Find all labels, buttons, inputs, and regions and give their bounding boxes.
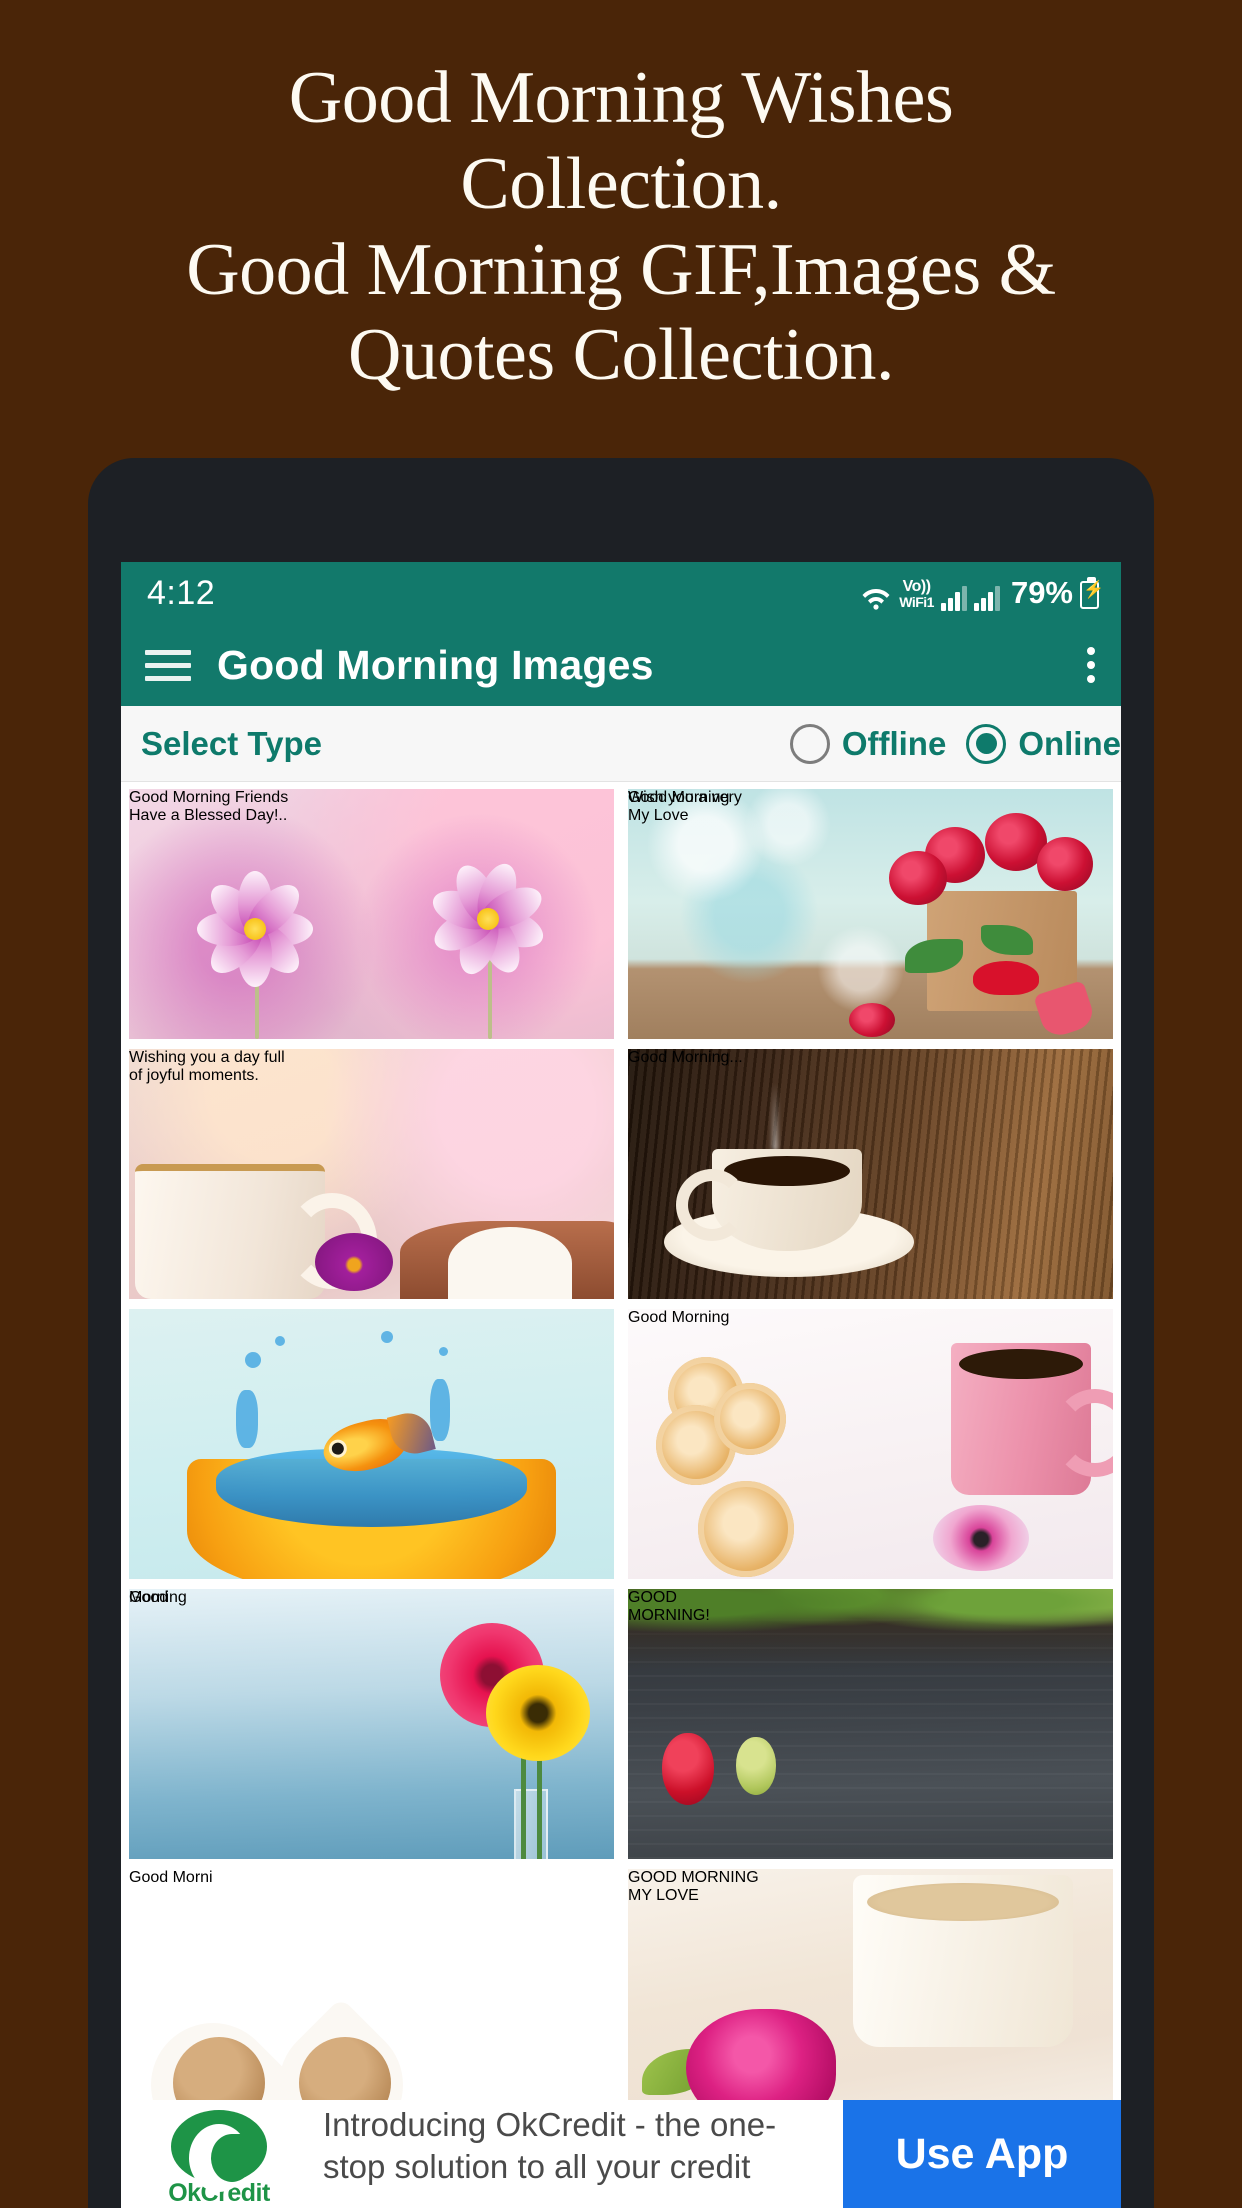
radio-offline-circle-icon [789, 723, 830, 764]
signal-bars-icon-1 [940, 585, 967, 611]
status-bar: 4:12 Vo)) WiFi1 79% [121, 562, 1121, 624]
tile-caption-7: Morning [129, 1589, 187, 1606]
grid-tile-cookies-pink-mug[interactable]: Good Morning [628, 1309, 1113, 1579]
page-title: Good Morning Images [217, 641, 654, 688]
phone-screen: 4:12 Vo)) WiFi1 79% ⚡ Good Morning Image… [121, 562, 1121, 2208]
tile-image-7 [129, 1589, 614, 1859]
radio-offline[interactable]: Offline [789, 723, 947, 764]
ad-logo: OkCredit [121, 2100, 317, 2208]
status-time: 4:12 [147, 573, 216, 612]
promo-line-1: Good Morning Wishes [288, 57, 954, 139]
app-bar: Good Morning Images [121, 624, 1121, 706]
tile-image-8 [628, 1589, 1113, 1859]
hamburger-menu-icon[interactable] [145, 649, 191, 681]
promo-line-4: Quotes Collection. [348, 314, 894, 397]
tile-image-2 [628, 789, 1113, 1039]
grid-tile-goldfish-orange-splash[interactable] [129, 1309, 614, 1579]
grid-tile-good-morning-heart-cups-beans[interactable]: Good Morni [129, 1869, 614, 2119]
battery-charging-icon [1080, 577, 1104, 609]
tile-caption-2: Good Morning My Love [628, 789, 730, 824]
grid-tile-good-morning-friends-flowers[interactable]: Good Morning Friends Have a Blessed Day!… [129, 789, 614, 1039]
battery-percent-label: 79% [1010, 575, 1073, 610]
vowifi-top-label: Vo)) [902, 578, 931, 595]
tile-image-5 [129, 1309, 614, 1579]
tile-caption-4: Good Morning... [628, 1049, 743, 1066]
promo-screenshot: Good Morning Wishes Collection. Good Mor… [0, 0, 1242, 2208]
ad-banner[interactable]: OkCredit Introducing OkCredit - the one-… [121, 2100, 1121, 2208]
ad-headline: Introducing OkCredit - the one-stop solu… [323, 2106, 777, 2185]
grid-tile-good-morning-strawberries-slate[interactable]: GOOD MORNING! [628, 1589, 1113, 1859]
tile-image-1 [129, 789, 614, 1039]
grid-tile-good-morning-my-love-roses[interactable]: Wish you a very Good Morning My Love [628, 789, 1113, 1039]
signal-bars-icon-2 [973, 585, 1000, 611]
status-icons: Vo)) WiFi1 79% [860, 575, 1104, 611]
tile-caption-10: GOOD MORNING MY LOVE [628, 1869, 759, 1904]
phone-frame: 4:12 Vo)) WiFi1 79% ⚡ Good Morning Image… [88, 458, 1154, 2208]
tile-image-4 [628, 1049, 1113, 1299]
wifi-icon [862, 589, 890, 610]
tile-caption-8: GOOD MORNING! [628, 1589, 710, 1624]
radio-online[interactable]: Online [966, 723, 1121, 764]
promo-line-3: Good Morning GIF,Images & [186, 228, 1056, 311]
grid-tile-joyful-moments-cup[interactable]: Wishing you a day full of joyful moments… [129, 1049, 614, 1299]
tile-caption-6: Good Morning [628, 1309, 730, 1326]
grid-tile-good-morning-my-love-rose-cup[interactable]: GOOD MORNING MY LOVE [628, 1869, 1113, 2119]
okcredit-logo-icon [171, 2110, 267, 2192]
radio-online-label: Online [1018, 724, 1121, 762]
promo-headline: Good Morning Wishes Collection. Good Mor… [0, 56, 1242, 399]
type-radio-group: Offline Online [789, 723, 1121, 764]
more-vertical-icon[interactable] [1087, 647, 1095, 683]
tile-image-3 [129, 1049, 614, 1299]
grid-tile-good-morning-gerbera[interactable]: Good Morning [129, 1589, 614, 1859]
tile-caption-1: Good Morning Friends Have a Blessed Day!… [129, 789, 289, 824]
tile-image-9 [129, 1869, 614, 2119]
vowifi-bottom-label: WiFi1 [899, 594, 934, 610]
promo-line-2: Collection. [460, 142, 782, 225]
radio-offline-label: Offline [841, 724, 947, 762]
select-type-row: Select Type Offline Online [121, 706, 1121, 782]
tile-caption-3: Wishing you a day full of joyful moments… [129, 1049, 285, 1084]
use-app-button[interactable]: Use App [843, 2100, 1121, 2208]
select-type-label: Select Type [141, 724, 322, 762]
vowifi-icon: Vo)) WiFi1 [899, 578, 934, 610]
radio-online-circle-icon [966, 723, 1007, 764]
tile-image-6 [628, 1309, 1113, 1579]
grid-tile-good-morning-coffee-wood[interactable]: Good Morning... [628, 1049, 1113, 1299]
image-grid: Good Morning Friends Have a Blessed Day!… [121, 782, 1121, 2119]
tile-caption-9: Good Morni [129, 1869, 213, 1886]
tile-image-10 [628, 1869, 1113, 2119]
